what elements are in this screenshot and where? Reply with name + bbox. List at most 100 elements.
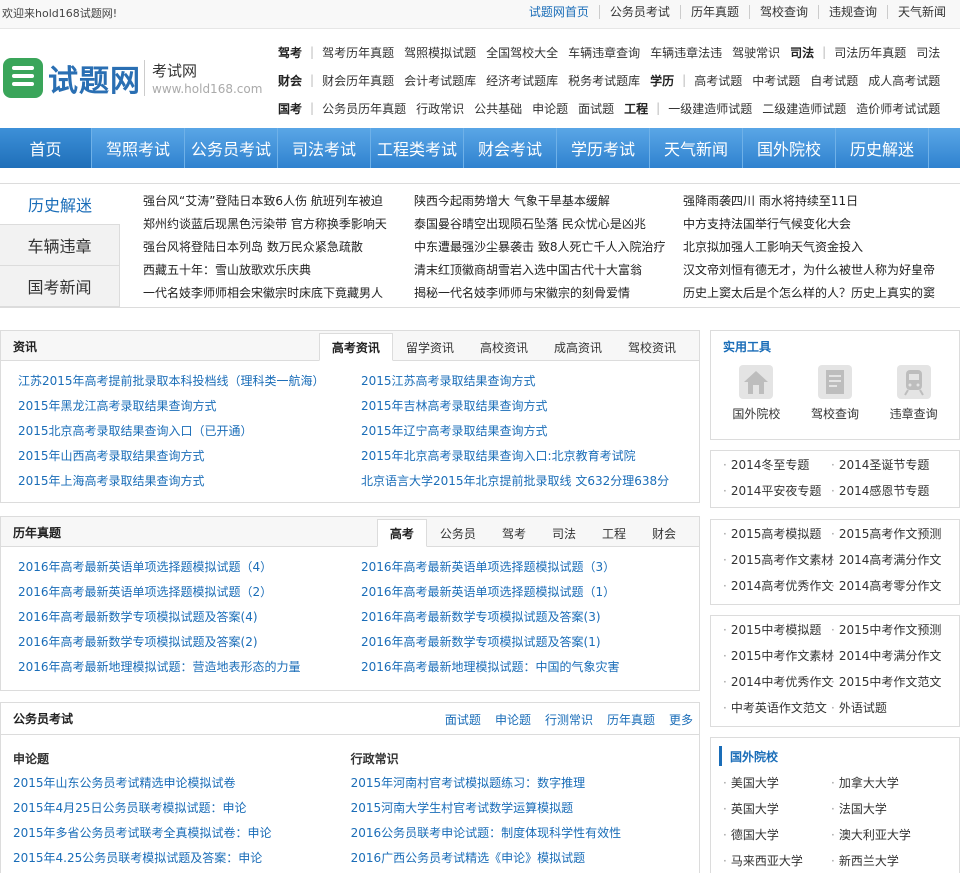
- top-link-weather[interactable]: 天气新闻: [886, 5, 956, 19]
- news-item[interactable]: 中东遭最强沙尘暴袭击 致8人死亡千人入院治疗: [414, 236, 683, 259]
- category-name[interactable]: 司法: [790, 44, 814, 61]
- list-item[interactable]: 2015年吉林高考录取结果查询方式: [361, 394, 704, 419]
- top-link-violation[interactable]: 违规查询: [817, 5, 887, 19]
- category-link[interactable]: 成人高考试题: [868, 72, 940, 89]
- news-item[interactable]: 西藏五十年：雪山放歌欢乐庆典: [143, 259, 414, 282]
- category-link[interactable]: 全国驾校大全: [486, 44, 558, 61]
- school-link[interactable]: 美国大学: [723, 770, 831, 796]
- category-link[interactable]: 公务员历年真题: [322, 100, 406, 117]
- school-link[interactable]: 法国大学: [831, 796, 951, 822]
- topic-link[interactable]: 2015中考作文范文: [831, 669, 951, 695]
- category-link[interactable]: 行政常识: [416, 100, 464, 117]
- news-item[interactable]: 陕西今起雨势增大 气象干旱基本缓解: [414, 190, 683, 213]
- topic-link[interactable]: 2014感恩节专题: [831, 478, 951, 504]
- tab-university-news[interactable]: 高校资讯: [467, 333, 541, 361]
- news-item[interactable]: 一代名妓李师师相会宋徽宗时床底下竟藏男人: [143, 282, 414, 305]
- tool-foreign-schools[interactable]: 国外院校: [721, 365, 791, 422]
- list-item[interactable]: 2015北京高考录取结果查询入口（已开通）: [18, 419, 361, 444]
- topic-link[interactable]: 2014圣诞节专题: [831, 452, 951, 478]
- topic-link[interactable]: 外语试题: [831, 695, 951, 721]
- school-link[interactable]: 澳大利亚大学: [831, 822, 951, 848]
- list-item[interactable]: 2016年高考最新英语单项选择题模拟试题（2）: [18, 580, 361, 605]
- nav-engineering-exam[interactable]: 工程类考试: [371, 128, 464, 168]
- list-item[interactable]: 2016年高考最新英语单项选择题模拟试题（4）: [18, 555, 361, 580]
- list-item[interactable]: 2016年高考最新数学专项模拟试题及答案(3): [361, 605, 704, 630]
- top-link-home[interactable]: 试题网首页: [519, 5, 599, 19]
- nav-weather-news[interactable]: 天气新闻: [650, 128, 743, 168]
- category-link[interactable]: 会计考试题库: [404, 72, 476, 89]
- list-item[interactable]: 2015年山东公务员考试精选申论模拟试卷: [13, 771, 351, 796]
- nav-history[interactable]: 历史解迷: [836, 128, 929, 168]
- tab-driving[interactable]: 驾考: [489, 519, 539, 547]
- nav-home[interactable]: 首页: [0, 128, 92, 168]
- news-item[interactable]: 北京拟加强人工影响天气资金投入: [683, 236, 953, 259]
- list-item[interactable]: 2016广西公务员考试精选《申论》模拟试题: [351, 846, 699, 871]
- topic-link[interactable]: 2014平安夜专题: [723, 478, 831, 504]
- category-link[interactable]: 司法历年真题: [834, 44, 906, 61]
- topic-link[interactable]: 2015中考作文素材: [723, 643, 834, 669]
- category-name[interactable]: 财会: [278, 72, 302, 89]
- list-item[interactable]: 2015年山西高考录取结果查询方式: [18, 444, 361, 469]
- tab-driving-school-news[interactable]: 驾校资讯: [615, 333, 689, 361]
- category-name[interactable]: 工程: [624, 100, 648, 117]
- topic-link[interactable]: 2015高考模拟题: [723, 521, 831, 547]
- topic-link[interactable]: 2014高考优秀作文: [723, 573, 834, 599]
- list-item[interactable]: 2016年高考最新英语单项选择题模拟试题（3）: [361, 555, 704, 580]
- category-link[interactable]: 一级建造师试题: [668, 100, 752, 117]
- school-link[interactable]: 马来西亚大学: [723, 848, 831, 873]
- list-item[interactable]: 2015年黑龙江高考录取结果查询方式: [18, 394, 361, 419]
- nav-driving-exam[interactable]: 驾照考试: [92, 128, 185, 168]
- tab-civil-servant[interactable]: 公务员: [427, 519, 489, 547]
- news-tab-history[interactable]: 历史解迷: [0, 184, 120, 225]
- list-item[interactable]: 2015年辽宁高考录取结果查询方式: [361, 419, 704, 444]
- top-link-past-exams[interactable]: 历年真题: [679, 5, 749, 19]
- link-aptitude[interactable]: 行测常识: [545, 711, 593, 728]
- school-link[interactable]: 加拿大大学: [831, 770, 951, 796]
- news-item[interactable]: 郑州约谈蓝后现黑色污染带 官方称换季影响天: [143, 213, 414, 236]
- list-item[interactable]: 2016年高考最新地理模拟试题：中国的气象灾害: [361, 655, 704, 680]
- tab-adult-exam-news[interactable]: 成高资讯: [541, 333, 615, 361]
- category-name[interactable]: 国考: [278, 100, 302, 117]
- school-link[interactable]: 新西兰大学: [831, 848, 951, 873]
- category-name[interactable]: 学历: [650, 72, 674, 89]
- list-item[interactable]: 北京语言大学2015年北京提前批录取线 文632分理638分: [361, 469, 704, 494]
- tab-study-abroad-news[interactable]: 留学资讯: [393, 333, 467, 361]
- category-link[interactable]: 驾照模拟试题: [404, 44, 476, 61]
- list-item[interactable]: 2016公务员联考申论试题：制度体现科学性有效性: [351, 821, 699, 846]
- nav-civil-exam[interactable]: 公务员考试: [185, 128, 278, 168]
- topic-link[interactable]: 2015高考作文预测: [831, 521, 951, 547]
- news-item[interactable]: 中方支持法国举行气候变化大会: [683, 213, 953, 236]
- category-link[interactable]: 驾驶常识: [732, 44, 780, 61]
- category-link[interactable]: 申论题: [532, 100, 568, 117]
- category-link[interactable]: 造价师考试试题: [856, 100, 940, 117]
- link-more[interactable]: 更多: [669, 711, 693, 728]
- category-link[interactable]: 中考试题: [752, 72, 800, 89]
- list-item[interactable]: 2015年4月25日公务员联考模拟试题：申论: [13, 796, 351, 821]
- list-item[interactable]: 2015年北京高考录取结果查询入口:北京教育考试院: [361, 444, 704, 469]
- topic-link[interactable]: 2015中考作文预测: [831, 617, 951, 643]
- list-item[interactable]: 2015河南大学生村官考试数学运算模拟题: [351, 796, 699, 821]
- category-link[interactable]: 车辆违章查询: [568, 44, 640, 61]
- tab-accounting[interactable]: 财会: [639, 519, 689, 547]
- tab-judicial[interactable]: 司法: [539, 519, 589, 547]
- list-item[interactable]: 2015年多省公务员考试联考全真模拟试卷：申论: [13, 821, 351, 846]
- news-item[interactable]: 汉文帝刘恒有德无才，为什么被世人称为好皇帝: [683, 259, 953, 282]
- news-item[interactable]: 历史上窦太后是个怎么样的人？历史上真实的窦: [683, 282, 953, 305]
- topic-link[interactable]: 2015高考作文素材: [723, 547, 834, 573]
- school-link[interactable]: 德国大学: [723, 822, 831, 848]
- top-link-civil-exam[interactable]: 公务员考试: [598, 5, 680, 19]
- topic-link[interactable]: 中考英语作文范文: [723, 695, 831, 721]
- topic-link[interactable]: 2014中考优秀作文: [723, 669, 834, 695]
- news-tab-civil-news[interactable]: 国考新闻: [0, 266, 120, 307]
- nav-accounting-exam[interactable]: 财会考试: [464, 128, 557, 168]
- nav-degree-exam[interactable]: 学历考试: [557, 128, 650, 168]
- category-link[interactable]: 公共基础: [474, 100, 522, 117]
- category-link[interactable]: 车辆违章法违: [650, 44, 722, 61]
- tab-engineering[interactable]: 工程: [589, 519, 639, 547]
- tool-driving-school[interactable]: 驾校查询: [800, 365, 870, 422]
- category-link[interactable]: 自考试题: [810, 72, 858, 89]
- list-item[interactable]: 2016年高考最新数学专项模拟试题及答案(1): [361, 630, 704, 655]
- category-link[interactable]: 高考试题: [694, 72, 742, 89]
- topic-link[interactable]: 2014中考满分作文: [831, 643, 951, 669]
- site-logo[interactable]: 试题网 考试网 www.hold168.com: [0, 44, 262, 104]
